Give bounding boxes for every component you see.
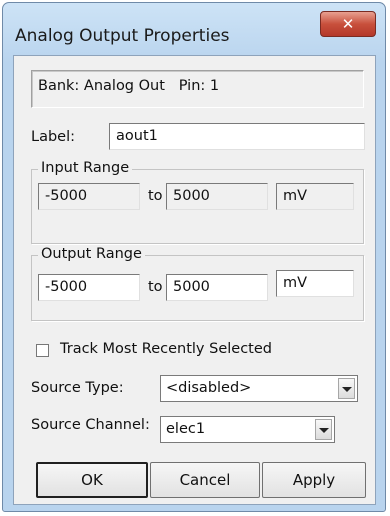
label-caption: Label: bbox=[31, 129, 76, 145]
output-range-unit-field[interactable]: mV bbox=[276, 270, 354, 297]
label-input[interactable]: aout1 bbox=[109, 123, 365, 150]
source-channel-select[interactable]: elec1 bbox=[160, 416, 335, 443]
close-button[interactable]: ✕ bbox=[320, 11, 376, 37]
chevron-down-icon[interactable] bbox=[338, 378, 355, 399]
input-range-unit-field[interactable]: mV bbox=[276, 183, 354, 210]
input-range-max-field[interactable]: 5000 bbox=[166, 183, 268, 210]
apply-button[interactable]: Apply bbox=[262, 462, 366, 498]
output-range-max-field[interactable]: 5000 bbox=[166, 274, 268, 301]
bank-info-text: Bank: Analog Out Pin: 1 bbox=[38, 78, 220, 94]
output-range-to-label: to bbox=[148, 279, 163, 295]
dialog-window: Analog Output Properties ✕ Bank: Analog … bbox=[2, 2, 386, 512]
window-title: Analog Output Properties bbox=[15, 26, 230, 46]
source-type-select[interactable]: <disabled> bbox=[160, 375, 358, 402]
close-icon: ✕ bbox=[341, 15, 355, 33]
track-recent-checkbox[interactable] bbox=[36, 344, 49, 357]
track-recent-label[interactable]: Track Most Recently Selected bbox=[60, 341, 272, 357]
input-range-min-field[interactable]: -5000 bbox=[38, 183, 140, 210]
source-channel-value: elec1 bbox=[166, 421, 206, 437]
source-type-label: Source Type: bbox=[31, 380, 124, 396]
output-range-min-field[interactable]: -5000 bbox=[38, 274, 140, 301]
bank-info-box: Bank: Analog Out Pin: 1 bbox=[31, 70, 364, 108]
output-range-title: Output Range bbox=[38, 246, 145, 262]
ok-button[interactable]: OK bbox=[36, 462, 148, 498]
source-type-value: <disabled> bbox=[166, 380, 252, 396]
cancel-button[interactable]: Cancel bbox=[150, 462, 260, 498]
input-range-to-label: to bbox=[148, 188, 163, 204]
source-channel-label: Source Channel: bbox=[31, 417, 150, 433]
dialog-body: Bank: Analog Out Pin: 1 Label: aout1 Inp… bbox=[13, 55, 376, 505]
chevron-down-icon[interactable] bbox=[315, 419, 332, 440]
input-range-title: Input Range bbox=[38, 160, 133, 176]
